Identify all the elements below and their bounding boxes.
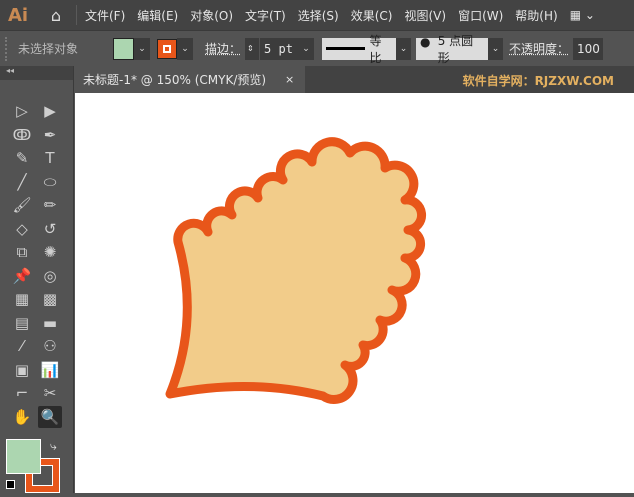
column-graph-tool-icon[interactable]: 📊: [38, 359, 62, 381]
menu-bar: Ai ⌂ 文件(F) 编辑(E) 对象(O) 文字(T) 选择(S) 效果(C)…: [0, 0, 634, 30]
default-colors-icon[interactable]: [6, 480, 15, 489]
shape-builder-tool-icon[interactable]: ◎: [38, 265, 62, 287]
zoom-tool-icon[interactable]: 🔍: [38, 405, 62, 428]
selection-tool-icon[interactable]: ▶: [38, 100, 62, 122]
stroke-weight-input[interactable]: 5 pt: [260, 37, 299, 60]
curvature-tool-icon[interactable]: ✎: [10, 147, 34, 169]
profile-dropdown[interactable]: ⌄: [396, 37, 412, 60]
home-icon[interactable]: ⌂: [44, 5, 68, 25]
ellipse-tool-icon[interactable]: ⬭: [38, 171, 62, 193]
artboard-canvas[interactable]: [75, 93, 634, 493]
direct-selection-tool-icon[interactable]: ▷: [10, 100, 34, 122]
menu-select[interactable]: 选择(S): [298, 7, 339, 24]
lasso-tool-icon[interactable]: ↂ: [10, 124, 34, 146]
grip-handle[interactable]: [5, 36, 9, 61]
measure-tool-icon[interactable]: ▬: [38, 312, 62, 334]
menu-view[interactable]: 视图(V): [404, 7, 446, 24]
tools-panel: ◂◂ ▷ ▶ ↂ ✒ ✎ T ╱ ⬭ 🖌 ✏ ◇ ↺ ⧉ ✺ 📌 ◎ ▦ ▩ ▤ ▬ ⁄ ⚇ ▣ 📊 ⌐ ✂ ✋ 🔍 ⤷: [0, 66, 74, 493]
eyedropper-tool-icon[interactable]: ⁄: [10, 335, 34, 357]
pen-tool-icon[interactable]: ✒: [38, 124, 62, 146]
perspective-grid-tool-icon[interactable]: ▦: [10, 288, 34, 310]
divider: [76, 5, 77, 25]
symbol-sprayer-tool-icon[interactable]: ▣: [10, 359, 34, 381]
menu-file[interactable]: 文件(F): [85, 7, 125, 24]
paintbrush-tool-icon[interactable]: 🖌: [10, 194, 34, 216]
pin-tool-icon[interactable]: 📌: [10, 265, 34, 287]
mesh-tool-icon[interactable]: ▩: [38, 288, 62, 310]
fill-swatch[interactable]: [113, 37, 134, 60]
eraser-tool-icon[interactable]: ◇: [10, 218, 34, 240]
warp-tool-icon[interactable]: ✺: [38, 241, 62, 263]
leaf-shape[interactable]: [165, 137, 427, 404]
gradient-tool-icon[interactable]: ▤: [10, 312, 34, 334]
menu-type[interactable]: 文字(T): [245, 7, 286, 24]
document-tab[interactable]: 未标题-1* @ 150% (CMYK/预览) ×: [75, 66, 305, 93]
blend-tool-icon[interactable]: ⚇: [38, 335, 62, 357]
selection-status: 未选择对象: [18, 42, 79, 56]
rotate-tool-icon[interactable]: ↺: [38, 218, 62, 240]
watermark: 软件自学网：RJZXW.COM: [462, 74, 614, 88]
type-tool-icon[interactable]: T: [38, 147, 62, 169]
line-tool-icon[interactable]: ╱: [10, 171, 34, 193]
leaf-shape-svg: [165, 137, 427, 404]
opacity-label[interactable]: 不透明度：: [509, 40, 569, 57]
swap-colors-icon[interactable]: ⤷: [50, 439, 57, 454]
control-bar: 未选择对象 ⌄ ⌄ 描边： ⇕ 5 pt ⌄ 等比 ⌄ ● 5 点圆形 ⌄ 不透…: [0, 30, 634, 66]
fill-dropdown[interactable]: ⌄: [134, 37, 150, 60]
stroke-weight-dropdown[interactable]: ⌄: [298, 37, 315, 60]
app-logo: Ai: [8, 4, 29, 26]
artboard-tool-icon[interactable]: ⌐: [10, 382, 34, 404]
scale-tool-icon[interactable]: ⧉: [10, 241, 34, 263]
close-tab-icon[interactable]: ×: [285, 73, 294, 86]
brush-definition[interactable]: ● 5 点圆形: [416, 34, 489, 65]
document-tab-bar: 未标题-1* @ 150% (CMYK/预览) × 软件自学网：RJZXW.COM: [75, 66, 634, 93]
hand-tool-icon[interactable]: ✋: [10, 406, 34, 428]
workspace-switcher-icon[interactable]: ▦ ⌄: [570, 8, 595, 22]
stroke-stepper[interactable]: ⇕: [245, 37, 260, 60]
stroke-swatch[interactable]: [157, 38, 177, 59]
menu-object[interactable]: 对象(O): [190, 7, 233, 24]
stroke-label[interactable]: 描边：: [205, 40, 241, 57]
variable-width-profile[interactable]: 等比: [322, 34, 397, 65]
stroke-dropdown[interactable]: ⌄: [177, 37, 193, 60]
menu-help[interactable]: 帮助(H): [515, 7, 557, 24]
brush-dropdown[interactable]: ⌄: [488, 37, 504, 60]
menu-effect[interactable]: 效果(C): [351, 7, 393, 24]
opacity-input[interactable]: 100: [573, 37, 604, 60]
menu-window[interactable]: 窗口(W): [458, 7, 503, 24]
fill-color-box[interactable]: [6, 439, 41, 474]
collapse-icon[interactable]: ◂◂: [0, 66, 73, 80]
pencil-tool-icon[interactable]: ✏: [38, 194, 62, 216]
slice-tool-icon[interactable]: ✂: [38, 382, 62, 404]
menu-edit[interactable]: 编辑(E): [137, 7, 178, 24]
